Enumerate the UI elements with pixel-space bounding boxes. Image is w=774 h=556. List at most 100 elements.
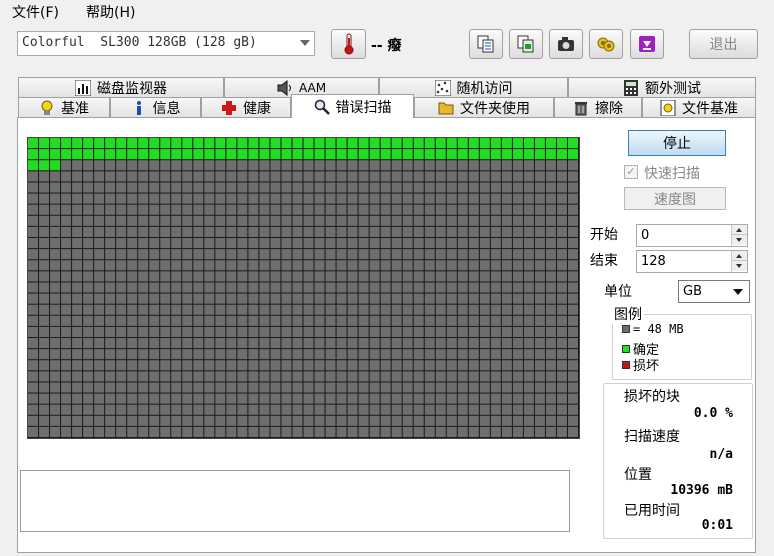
tab-extra-tests[interactable]: 额外测试 <box>568 77 756 98</box>
scan-cell-pending <box>347 282 358 293</box>
tab-erase[interactable]: 擦除 <box>554 97 642 118</box>
copy-text-button[interactable] <box>469 29 503 59</box>
scan-cell-pending <box>523 338 534 349</box>
options-button[interactable] <box>589 29 623 59</box>
damaged-blocks-value: 0.0 % <box>693 406 733 421</box>
scan-cell-pending <box>50 304 61 315</box>
scan-cell-pending <box>94 226 105 237</box>
scan-cell-pending <box>138 304 149 315</box>
tab-file-benchmark[interactable]: 文件基准 <box>642 97 756 118</box>
spin-down-icon[interactable] <box>732 261 747 271</box>
scan-cell-ok <box>83 149 94 160</box>
scan-cell-pending <box>270 382 281 393</box>
scan-cell-pending <box>61 315 72 326</box>
scan-cell-pending <box>61 238 72 249</box>
options-icon <box>597 37 615 52</box>
scan-cell-pending <box>446 182 457 193</box>
scan-cell-ok <box>193 138 204 149</box>
scan-cell-pending <box>105 382 116 393</box>
scan-cell-pending <box>193 249 204 260</box>
scan-cell-pending <box>105 249 116 260</box>
scan-cell-pending <box>50 282 61 293</box>
copy-image-button[interactable] <box>509 29 543 59</box>
scan-cell-pending <box>314 215 325 226</box>
scan-cell-pending <box>479 315 490 326</box>
scan-cell-pending <box>160 415 171 426</box>
scan-cell-pending <box>226 182 237 193</box>
copy-image-icon <box>517 35 534 53</box>
menu-help[interactable]: 帮助(H) <box>86 2 135 22</box>
scan-cell-pending <box>193 338 204 349</box>
scan-cell-pending <box>160 360 171 371</box>
spin-up-icon[interactable] <box>732 251 747 261</box>
unit-select[interactable]: GB <box>678 280 750 303</box>
scan-cell-pending <box>248 204 259 215</box>
scan-cell-pending <box>556 349 567 360</box>
scan-cell-pending <box>490 338 501 349</box>
scan-cell-pending <box>83 249 94 260</box>
scan-cell-pending <box>237 171 248 182</box>
scan-cell-pending <box>501 315 512 326</box>
scan-cell-pending <box>490 260 501 271</box>
scan-cell-pending <box>127 215 138 226</box>
end-spinner[interactable] <box>731 251 747 272</box>
temperature-button[interactable] <box>331 29 366 59</box>
scan-cell-pending <box>138 215 149 226</box>
scan-cell-ok <box>479 149 490 160</box>
scan-cell-pending <box>468 315 479 326</box>
scan-cell-pending <box>160 249 171 260</box>
scan-cell-pending <box>391 238 402 249</box>
exit-button[interactable]: 退出 <box>689 29 758 59</box>
end-input[interactable]: 128 <box>636 250 748 273</box>
scan-cell-pending <box>28 338 39 349</box>
speed-map-button[interactable]: 速度图 <box>624 187 726 210</box>
scan-cell-pending <box>105 349 116 360</box>
stop-button[interactable]: 停止 <box>628 130 726 156</box>
drive-selector[interactable]: Colorful SL300 128GB (128 gB) <box>17 31 315 56</box>
tab-error-scan[interactable]: 错误扫描 <box>291 94 414 118</box>
scan-cell-pending <box>358 315 369 326</box>
start-input[interactable]: 0 <box>636 224 748 247</box>
scan-cell-pending <box>402 426 413 437</box>
scan-cell-ok <box>259 138 270 149</box>
scan-cell-pending <box>567 271 578 282</box>
scan-cell-pending <box>259 260 270 271</box>
menu-file[interactable]: 文件(F) <box>12 2 59 22</box>
scan-cell-pending <box>556 382 567 393</box>
scan-cell-pending <box>160 226 171 237</box>
scan-cell-pending <box>325 215 336 226</box>
scan-cell-pending <box>105 304 116 315</box>
scan-cell-pending <box>50 315 61 326</box>
scan-cell-ok <box>149 138 160 149</box>
scan-cell-pending <box>424 182 435 193</box>
scan-cell-pending <box>171 404 182 415</box>
download-button[interactable] <box>630 29 664 59</box>
scan-cell-pending <box>149 315 160 326</box>
scan-cell-pending <box>523 193 534 204</box>
scan-cell-pending <box>226 160 237 171</box>
scan-cell-pending <box>380 204 391 215</box>
spin-up-icon[interactable] <box>732 225 747 235</box>
scan-cell-pending <box>193 293 204 304</box>
scan-cell-pending <box>61 171 72 182</box>
spin-down-icon[interactable] <box>732 235 747 245</box>
scan-cell-pending <box>149 238 160 249</box>
scan-cell-pending <box>512 271 523 282</box>
tab-benchmark[interactable]: 基准 <box>18 97 110 118</box>
scan-cell-pending <box>259 171 270 182</box>
scan-cell-pending <box>523 271 534 282</box>
scan-cell-pending <box>94 271 105 282</box>
scan-cell-pending <box>468 204 479 215</box>
scan-cell-pending <box>193 226 204 237</box>
scan-cell-ok <box>391 149 402 160</box>
screenshot-button[interactable] <box>549 29 583 59</box>
tab-info[interactable]: 信息 <box>110 97 201 118</box>
scan-cell-pending <box>347 249 358 260</box>
start-spinner[interactable] <box>731 225 747 246</box>
tab-disk-monitor[interactable]: 磁盘监视器 <box>18 77 224 98</box>
scan-cell-pending <box>545 204 556 215</box>
scan-cell-pending <box>468 215 479 226</box>
quick-scan-checkbox[interactable]: ✓ <box>624 165 638 179</box>
tab-health[interactable]: 健康 <box>201 97 291 118</box>
tab-folder-usage[interactable]: 文件夹使用 <box>414 97 554 118</box>
